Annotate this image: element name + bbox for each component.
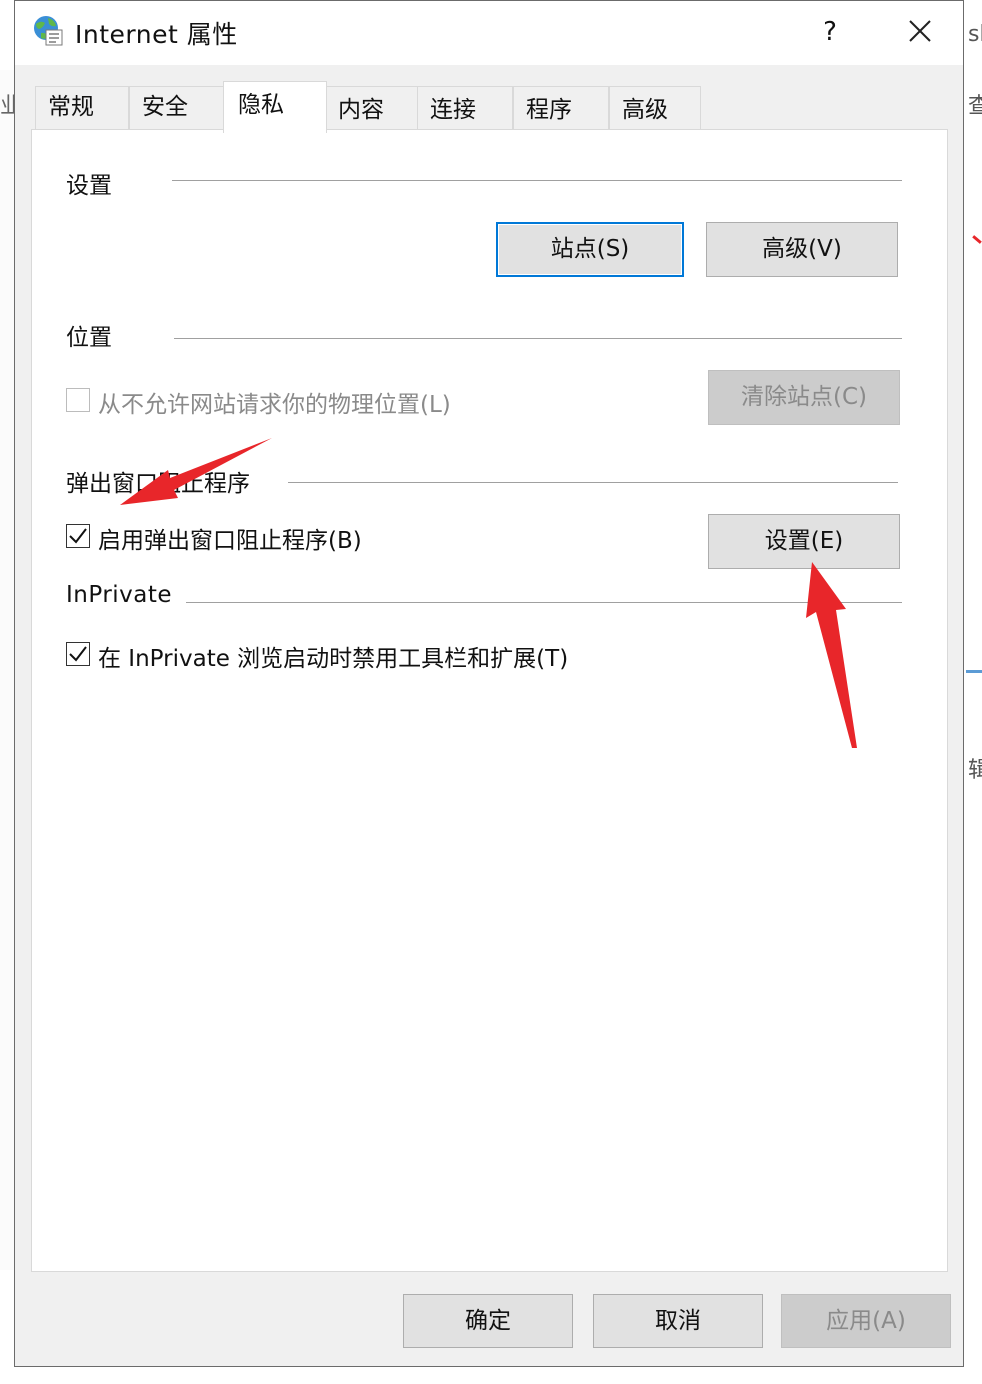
close-icon xyxy=(909,20,931,42)
tab-advanced[interactable]: 高级 xyxy=(609,86,701,130)
clear-sites-button[interactable]: 清除站点(C) xyxy=(708,370,900,425)
window-title: Internet 属性 xyxy=(75,20,238,49)
cancel-button[interactable]: 取消 xyxy=(593,1294,763,1348)
inprivate-group-divider xyxy=(186,602,902,603)
tab-programs[interactable]: 程序 xyxy=(513,86,609,130)
settings-group-divider xyxy=(172,180,902,181)
disable-toolbars-checkbox[interactable] xyxy=(66,642,90,666)
internet-properties-dialog: Internet 属性 ? 常规 安全 隐私 内容 连接 程序 高级 设置 站点… xyxy=(14,0,964,1367)
title-bar[interactable]: Internet 属性 ? xyxy=(15,1,963,65)
popup-settings-button[interactable]: 设置(E) xyxy=(708,514,900,569)
background-window-left: 业 xyxy=(0,70,15,1270)
disable-toolbars-label: 在 InPrivate 浏览启动时禁用工具栏和扩展(T) xyxy=(98,646,569,672)
tab-privacy[interactable]: 隐私 xyxy=(223,81,327,133)
enable-popup-blocker-checkbox[interactable] xyxy=(66,524,90,548)
ok-button[interactable]: 确定 xyxy=(403,1294,573,1348)
help-button[interactable]: ? xyxy=(805,7,855,57)
enable-popup-blocker-label: 启用弹出窗口阻止程序(B) xyxy=(98,528,362,554)
background-text-fragment: 业 xyxy=(0,94,14,119)
popup-blocker-group-label: 弹出窗口阻止程序 xyxy=(66,471,250,497)
inprivate-group-label: InPrivate xyxy=(66,582,173,608)
advanced-button[interactable]: 高级(V) xyxy=(706,222,898,277)
checkmark-icon xyxy=(69,646,87,662)
location-group-divider xyxy=(174,338,902,339)
tab-content[interactable]: 内容 xyxy=(325,86,419,130)
background-text-fragment: 查 xyxy=(968,94,982,119)
background-red-mark xyxy=(972,235,982,244)
sites-button[interactable]: 站点(S) xyxy=(496,222,684,277)
privacy-tab-page: 设置 站点(S) 高级(V) 位置 从不允许网站请求你的物理位置(L) 清除站点… xyxy=(31,129,948,1272)
tab-general[interactable]: 常规 xyxy=(35,86,129,130)
background-text-fragment: 辑 xyxy=(968,758,982,783)
tab-security[interactable]: 安全 xyxy=(129,86,225,130)
never-allow-location-checkbox[interactable] xyxy=(66,388,90,412)
checkmark-icon xyxy=(69,528,87,544)
background-blue-line xyxy=(966,670,982,673)
internet-options-icon xyxy=(31,14,65,48)
close-button[interactable] xyxy=(891,7,947,57)
popup-blocker-group-divider xyxy=(288,482,898,483)
apply-button[interactable]: 应用(A) xyxy=(781,1294,951,1348)
location-group-label: 位置 xyxy=(66,325,112,351)
background-text-fragment: sh xyxy=(968,22,982,47)
never-allow-location-label: 从不允许网站请求你的物理位置(L) xyxy=(98,392,451,418)
tab-connections[interactable]: 连接 xyxy=(417,86,513,130)
background-window-right: sh 查 辑 xyxy=(966,0,982,1384)
settings-group-label: 设置 xyxy=(66,173,112,199)
